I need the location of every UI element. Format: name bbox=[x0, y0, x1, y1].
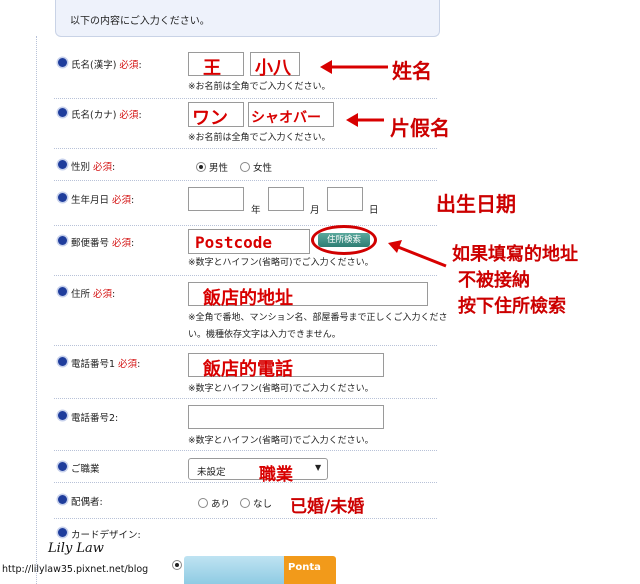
radio-selected-icon[interactable] bbox=[196, 162, 206, 172]
annotation-name: 姓名 bbox=[392, 59, 432, 83]
bullet-icon bbox=[58, 357, 67, 366]
annotation-postcode-1: 如果填寫的地址 bbox=[452, 244, 578, 265]
bullet-icon bbox=[58, 411, 67, 420]
bullet-icon bbox=[58, 108, 67, 117]
instruction-box: 以下の内容にご入力ください。 bbox=[55, 0, 440, 37]
watermark-url: http://lilylaw35.pixnet.net/blog bbox=[2, 564, 149, 575]
annotation-postcode-3: 按下住所檢索 bbox=[458, 296, 566, 317]
name-kanji-label: 氏名(漢字) 必須: bbox=[71, 60, 142, 71]
gender-female-option[interactable]: 女性 bbox=[240, 160, 272, 174]
watermark-name: Lily Law bbox=[48, 541, 104, 556]
row-divider bbox=[54, 98, 437, 99]
address-label: 住所 必須: bbox=[71, 289, 116, 300]
bullet-icon bbox=[58, 236, 67, 245]
bullet-icon bbox=[58, 58, 67, 67]
phone1-label: 電話番号1 必須: bbox=[71, 359, 141, 370]
radio-icon[interactable] bbox=[240, 498, 250, 508]
ponta-logo: Ponta bbox=[284, 556, 336, 584]
first-name-value: 小八 bbox=[255, 58, 291, 79]
bullet-icon bbox=[58, 160, 67, 169]
bullet-icon bbox=[58, 287, 67, 296]
phone2-label: 電話番号2: bbox=[71, 413, 119, 424]
chevron-down-icon[interactable]: ▼ bbox=[315, 463, 321, 472]
instruction-text: 以下の内容にご入力ください。 bbox=[70, 16, 210, 27]
address-search-button[interactable]: 住所検索 bbox=[318, 233, 370, 247]
required-mark: 必須 bbox=[119, 110, 139, 121]
name-kanji-note: ※お名前は全角でご入力ください。 bbox=[188, 82, 331, 92]
address-note-2: い。機種依存文字は入力できません。 bbox=[188, 330, 341, 340]
form-border-left bbox=[36, 36, 37, 584]
card-illustration bbox=[184, 556, 284, 584]
arrow-kana bbox=[346, 113, 384, 127]
occupation-label: ご職業 bbox=[71, 464, 100, 475]
required-mark: 必須 bbox=[112, 238, 132, 249]
bullet-icon bbox=[58, 462, 67, 471]
birth-month-input[interactable] bbox=[268, 187, 304, 211]
required-mark: 必須 bbox=[118, 359, 138, 370]
occupation-select[interactable]: 未設定 職業 ▼ bbox=[188, 458, 328, 485]
address-note-1: ※全角で番地、マンション名、部屋番号まで正しくご入力くださ bbox=[188, 313, 448, 323]
row-divider bbox=[54, 148, 437, 149]
first-name-input[interactable]: 小八 bbox=[250, 52, 300, 79]
phone1-note: ※数字とハイフン(省略可)でご入力ください。 bbox=[188, 384, 374, 394]
row-divider bbox=[54, 225, 437, 226]
annotation-spouse: 已婚/未婚 bbox=[290, 497, 365, 517]
first-name-kana-input[interactable]: シャオバー bbox=[248, 102, 334, 127]
day-unit: 日 bbox=[369, 205, 379, 216]
month-unit: 月 bbox=[310, 205, 320, 216]
row-divider bbox=[54, 482, 437, 483]
occupation-annotation: 職業 bbox=[259, 465, 293, 485]
annotation-kana: 片假名 bbox=[390, 116, 450, 140]
required-mark: 必須 bbox=[119, 60, 139, 71]
postcode-input[interactable]: Postcode bbox=[188, 229, 310, 254]
row-divider bbox=[54, 345, 437, 346]
postcode-label: 郵便番号 必須: bbox=[71, 238, 135, 249]
first-name-kana-value: シャオバー bbox=[251, 110, 321, 126]
row-divider bbox=[54, 518, 437, 519]
address-value: 飯店的地址 bbox=[203, 288, 293, 309]
required-mark: 必須 bbox=[93, 162, 113, 173]
postcode-note: ※数字とハイフン(省略可)でご入力ください。 bbox=[188, 258, 374, 268]
year-unit: 年 bbox=[251, 205, 261, 216]
card-design-label: カードデザイン: bbox=[71, 530, 141, 541]
row-divider bbox=[54, 450, 437, 451]
radio-selected-icon[interactable] bbox=[172, 560, 182, 570]
birth-day-input[interactable] bbox=[327, 187, 363, 211]
card-design-image[interactable]: Ponta bbox=[184, 556, 336, 584]
spouse-yes-option[interactable]: あり bbox=[198, 496, 230, 510]
spouse-no-option[interactable]: なし bbox=[240, 496, 272, 510]
birth-year-input[interactable] bbox=[188, 187, 244, 211]
arrow-name bbox=[320, 60, 388, 74]
phone2-note: ※数字とハイフン(省略可)でご入力ください。 bbox=[188, 436, 374, 446]
occupation-selected: 未設定 bbox=[197, 467, 226, 478]
arrow-postcode bbox=[388, 240, 447, 268]
last-name-kana-value: ワン bbox=[192, 108, 228, 129]
name-kana-note: ※お名前は全角でご入力ください。 bbox=[188, 133, 331, 143]
gender-male-option[interactable]: 男性 bbox=[196, 160, 228, 174]
required-mark: 必須 bbox=[93, 289, 113, 300]
name-kana-label: 氏名(カナ) 必須: bbox=[71, 110, 142, 121]
annotation-birthday: 出生日期 bbox=[436, 192, 516, 216]
postcode-value: Postcode bbox=[195, 233, 273, 252]
last-name-kana-input[interactable]: ワン bbox=[188, 102, 244, 129]
last-name-input[interactable]: 王 bbox=[188, 52, 244, 79]
gender-label: 性別 必須: bbox=[71, 162, 116, 173]
phone1-input[interactable]: 飯店的電話 bbox=[188, 353, 384, 380]
required-mark: 必須 bbox=[112, 195, 132, 206]
spouse-label: 配偶者: bbox=[71, 497, 103, 508]
phone1-value: 飯店的電話 bbox=[203, 359, 293, 380]
phone2-input[interactable] bbox=[188, 405, 384, 429]
row-divider bbox=[54, 398, 437, 399]
annotation-postcode-2: 不被接納 bbox=[458, 270, 530, 291]
birthday-label: 生年月日 必須: bbox=[71, 195, 135, 206]
bullet-icon bbox=[58, 193, 67, 202]
address-input[interactable]: 飯店的地址 bbox=[188, 282, 428, 309]
bullet-icon bbox=[58, 528, 67, 537]
bullet-icon bbox=[58, 495, 67, 504]
row-divider bbox=[54, 180, 437, 181]
last-name-value: 王 bbox=[203, 58, 221, 79]
row-divider bbox=[54, 275, 437, 276]
radio-icon[interactable] bbox=[240, 162, 250, 172]
radio-icon[interactable] bbox=[198, 498, 208, 508]
